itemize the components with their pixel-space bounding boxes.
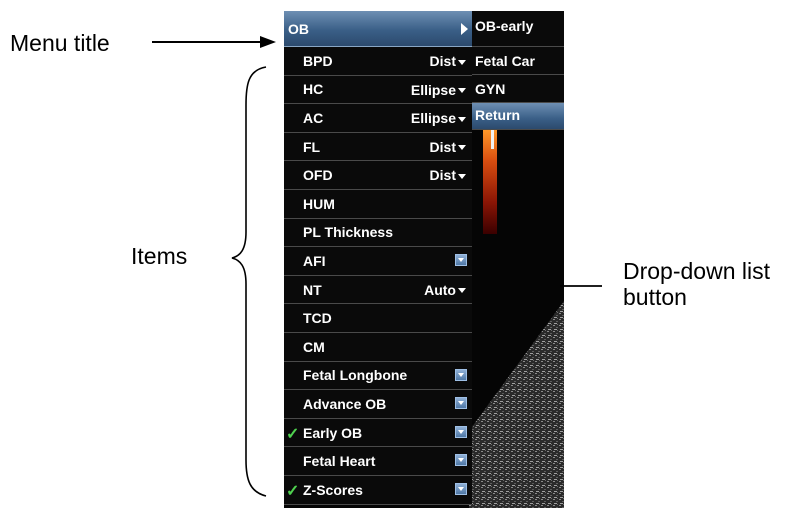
menu-item-label: Fetal Longbone [303,367,408,384]
dropdown-list-button[interactable]: Dist [430,53,466,69]
menu-item-label: Advance OB [303,395,387,412]
menu-item-label: Z-Scores [303,481,363,498]
menu-item-ofd[interactable]: OFD Dist [284,161,472,190]
dropdown-list-button[interactable]: Dist [430,139,466,155]
dropdown-value: Ellipse [410,110,456,127]
submenu-item-fetal-car[interactable]: Fetal Car [472,47,564,75]
menu-item-label: HC [303,81,324,98]
menu-title[interactable]: OB [284,11,472,47]
submenu-item-gyn[interactable]: GYN [472,75,564,103]
ultrasound-image [469,301,564,508]
dropdown-value: Dist [429,167,456,184]
menu-item-advance-ob[interactable]: Advance OB [284,390,472,419]
ultrasound-screen: OB BPD Dist HC Ellipse AC Ellipse FL Dist OFD Dis… [284,11,564,508]
menu-item-label: AC [303,109,324,126]
items-bracket [231,66,267,497]
expand-arrow-icon[interactable] [455,454,467,467]
chevron-down-icon [458,88,466,94]
callout-dropdown-list-button: Drop-down list button [623,258,770,310]
expand-arrow-icon[interactable] [455,425,467,438]
menu-item-hc[interactable]: HC Ellipse [284,75,472,105]
callout-menu-title: Menu title [10,30,110,56]
checkmark-icon: ✓ [286,482,300,500]
dropdown-value: Auto [424,281,456,298]
menu-item-label: FL [303,138,321,155]
dropdown-value: Dist [429,138,456,155]
menu-item-afi[interactable]: AFI [284,247,472,276]
menu-item-fetal-longbone[interactable]: Fetal Longbone [284,361,472,391]
menu-item-ac[interactable]: AC Ellipse [284,104,472,133]
menu-item-nt[interactable]: NT Auto [284,275,472,305]
callout-dropdown-line2: button [623,284,687,310]
ob-measurement-menu: OB BPD Dist HC Ellipse AC Ellipse FL Dist OFD Dis… [284,11,472,505]
expand-arrow-icon[interactable] [455,397,467,410]
submenu-item-ob-early[interactable]: OB-early [472,11,564,47]
menu-item-bpd[interactable]: BPD Dist [284,47,472,76]
chevron-down-icon [458,288,466,294]
menu-title-label: OB [288,20,309,37]
menu-item-label: BPD [303,52,333,69]
menu-item-hum[interactable]: HUM [284,189,472,219]
color-scale-bar [483,129,497,234]
chevron-down-icon [458,145,466,151]
dropdown-list-button[interactable]: Auto [424,282,466,298]
menu-title-arrowhead [260,36,276,48]
dropdown-list-button[interactable]: Dist [430,167,466,183]
menu-item-early-ob[interactable]: ✓ Early OB [284,418,472,448]
callout-items: Items [131,243,188,269]
expand-arrow-icon[interactable] [455,254,467,267]
dropdown-value: Dist [429,53,456,69]
menu-item-pl-thickness[interactable]: PL Thickness [284,218,472,248]
submenu: OB-early Fetal Car GYN Return [472,11,564,130]
dropdown-value: Ellipse [410,81,456,98]
menu-item-label: TCD [303,310,332,327]
menu-item-label: HUM [303,195,335,212]
menu-item-label: NT [303,281,322,298]
menu-item-tcd[interactable]: TCD [284,304,472,333]
menu-item-label: AFI [303,252,326,269]
chevron-down-icon [458,59,466,65]
expand-arrow-icon[interactable] [455,482,467,495]
menu-item-fl[interactable]: FL Dist [284,132,472,162]
menu-item-label: Early OB [303,424,363,441]
dropdown-list-button[interactable]: Ellipse [411,110,466,126]
menu-item-label: OFD [303,167,333,184]
expand-arrow-icon[interactable] [455,368,467,381]
chevron-down-icon [458,173,466,179]
menu-item-fetal-heart[interactable]: Fetal Heart [284,447,472,476]
chevron-down-icon [458,116,466,122]
menu-item-cm[interactable]: CM [284,332,472,362]
callout-dropdown-line1: Drop-down list [623,258,770,284]
submenu-arrow-icon [461,23,468,35]
checkmark-icon: ✓ [286,425,300,443]
menu-item-label: Fetal Heart [303,453,376,470]
menu-item-label: PL Thickness [303,224,394,241]
return-button[interactable]: Return [472,103,564,130]
menu-item-z-scores[interactable]: ✓ Z-Scores [284,475,472,505]
dropdown-list-button[interactable]: Ellipse [411,82,466,98]
menu-item-label: CM [303,338,325,355]
